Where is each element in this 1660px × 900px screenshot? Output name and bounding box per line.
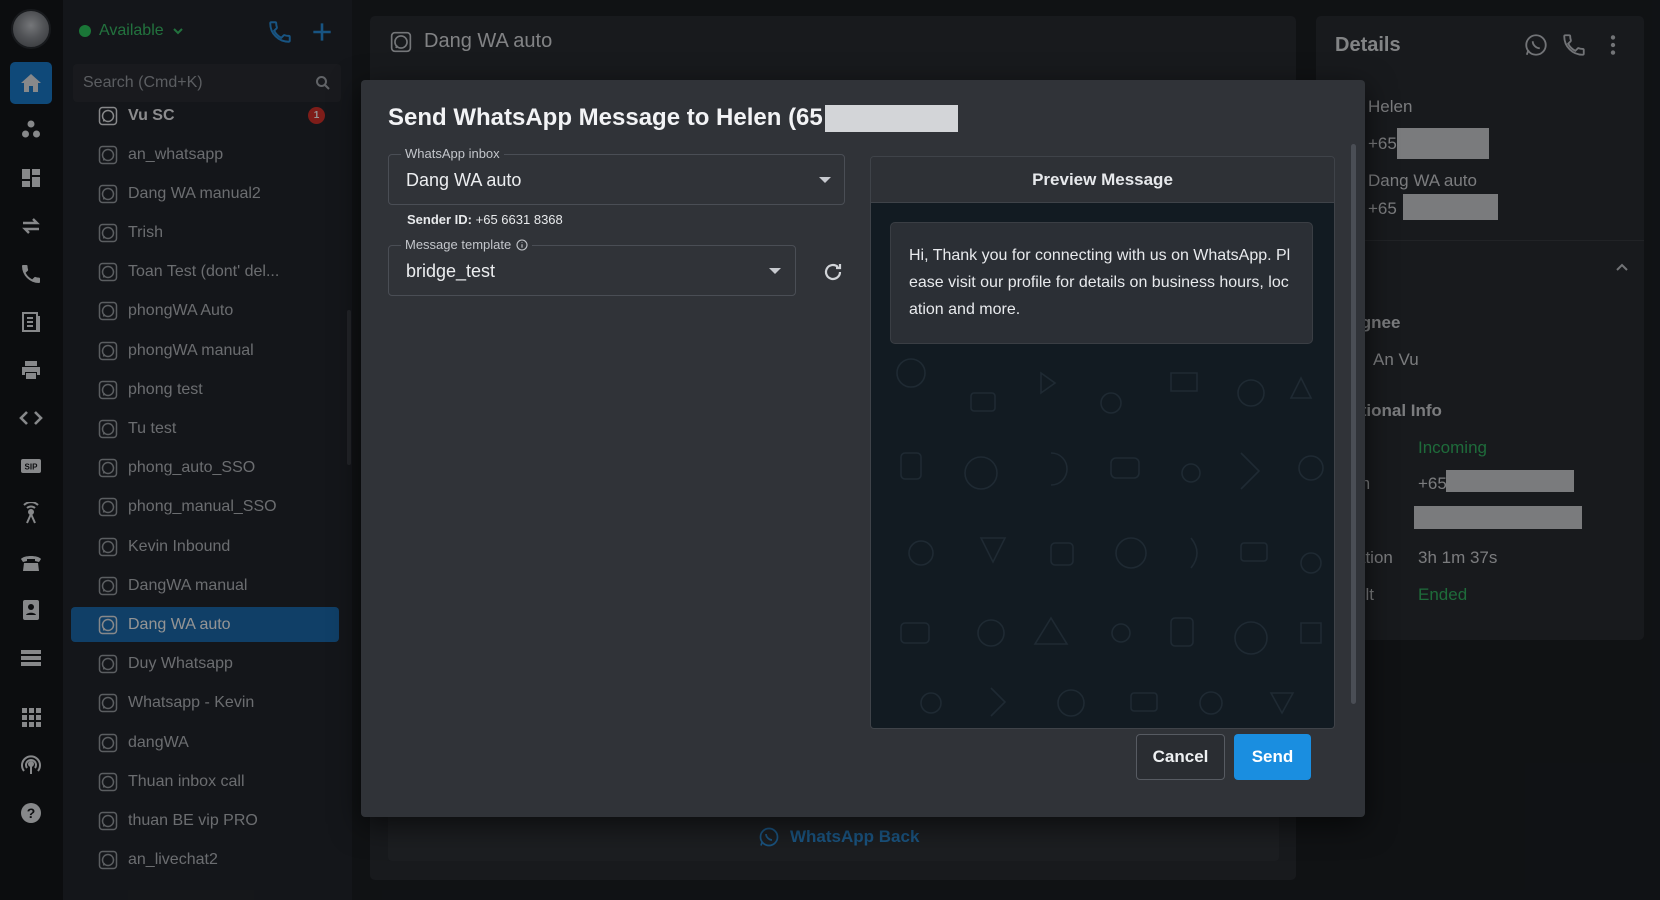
send-whatsapp-modal: Send WhatsApp Message to Helen (65 Whats… (361, 80, 1365, 817)
caret-down-icon (769, 268, 781, 274)
sender-id: Sender ID: +65 6631 8368 (407, 212, 563, 227)
message-template-select[interactable]: Message template bridge_test (388, 237, 796, 296)
sender-label: Sender ID: (407, 212, 473, 227)
modal-scrollbar[interactable] (1351, 144, 1356, 704)
preview-panel: Preview Message Hi, Thank you for connec… (870, 156, 1335, 729)
inbox-value: Dang WA auto (406, 170, 522, 190)
preview-chat-background: Hi, Thank you for connecting with us on … (871, 203, 1334, 728)
preview-title: Preview Message (871, 157, 1334, 203)
sender-value: +65 6631 8368 (475, 212, 563, 227)
template-value: bridge_test (406, 261, 496, 281)
template-label-text: Message template (405, 237, 512, 252)
caret-down-icon (819, 177, 831, 183)
inbox-label-text: WhatsApp inbox (405, 146, 500, 161)
send-button[interactable]: Send (1234, 734, 1311, 780)
redacted-phone (824, 104, 958, 132)
modal-title-text: Send WhatsApp Message to Helen (65 (388, 104, 823, 131)
preview-message-bubble: Hi, Thank you for connecting with us on … (890, 222, 1313, 344)
template-label: Message template (401, 237, 533, 252)
info-icon (516, 238, 528, 251)
refresh-icon[interactable] (821, 260, 845, 284)
whatsapp-inbox-select[interactable]: WhatsApp inbox Dang WA auto (388, 146, 845, 205)
cancel-button[interactable]: Cancel (1136, 734, 1225, 780)
inbox-label: WhatsApp inbox (401, 146, 504, 161)
modal-title: Send WhatsApp Message to Helen (65 (388, 104, 958, 132)
